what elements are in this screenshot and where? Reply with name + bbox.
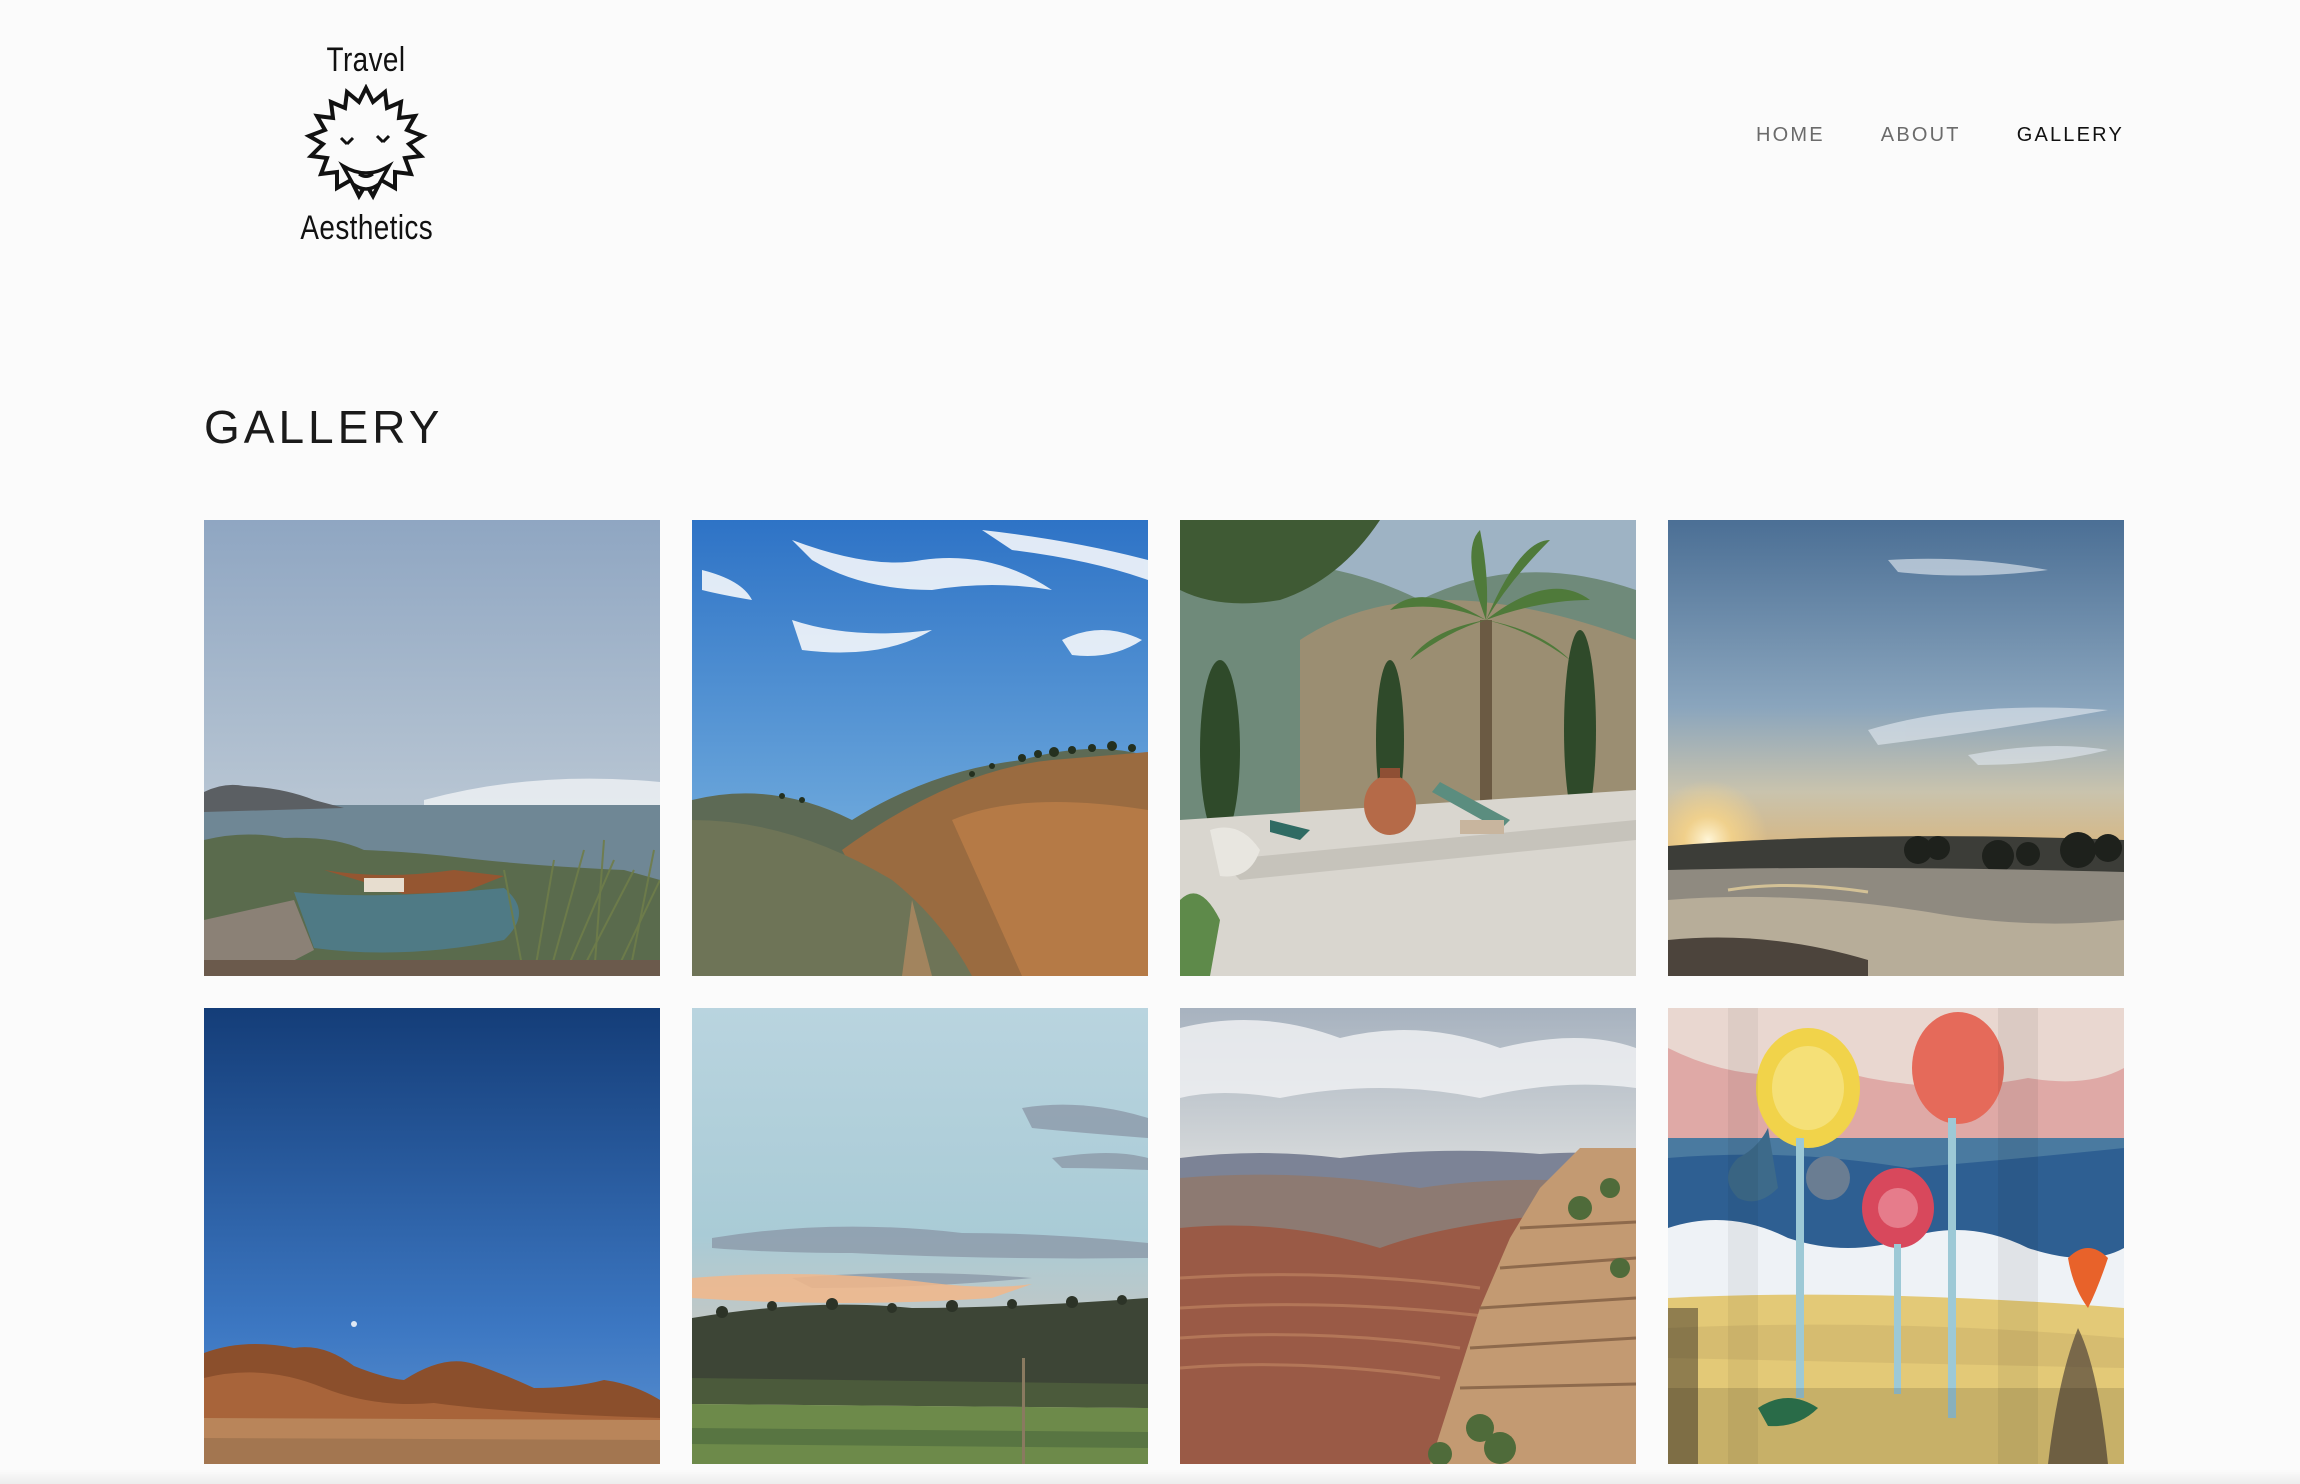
gallery-image-golden-hillside[interactable] bbox=[692, 520, 1148, 976]
gallery-image-desert-mountain[interactable] bbox=[204, 1008, 660, 1464]
gallery-image-grand-canyon[interactable] bbox=[1180, 1008, 1636, 1464]
gallery-image-bay-harbor[interactable] bbox=[204, 520, 660, 976]
nav-gallery[interactable]: GALLERY bbox=[2017, 124, 2124, 147]
gallery-image-sunset-river[interactable] bbox=[1668, 520, 2124, 976]
page: Travel Aesthetics HOME ABOUT GALLERY GAL… bbox=[0, 0, 2300, 1484]
page-title: GALLERY bbox=[204, 401, 444, 453]
nav-about[interactable]: ABOUT bbox=[1881, 124, 1961, 147]
gallery-image-palm-terrace[interactable] bbox=[1180, 520, 1636, 976]
logo-line-aesthetics: Aesthetics bbox=[300, 209, 434, 247]
hedgehog-sun-icon bbox=[304, 84, 428, 201]
site-logo[interactable]: Travel Aesthetics bbox=[286, 38, 446, 248]
gallery-image-pastel-sky-forest[interactable] bbox=[692, 1008, 1148, 1464]
main-nav: HOME ABOUT GALLERY bbox=[1700, 124, 2124, 147]
gallery-grid bbox=[204, 520, 2124, 1464]
nav-home[interactable]: HOME bbox=[1756, 124, 1825, 147]
bottom-edge-shadow bbox=[0, 1470, 2300, 1484]
gallery-image-colorful-mural[interactable] bbox=[1668, 1008, 2124, 1464]
logo-line-travel: Travel bbox=[326, 41, 406, 79]
